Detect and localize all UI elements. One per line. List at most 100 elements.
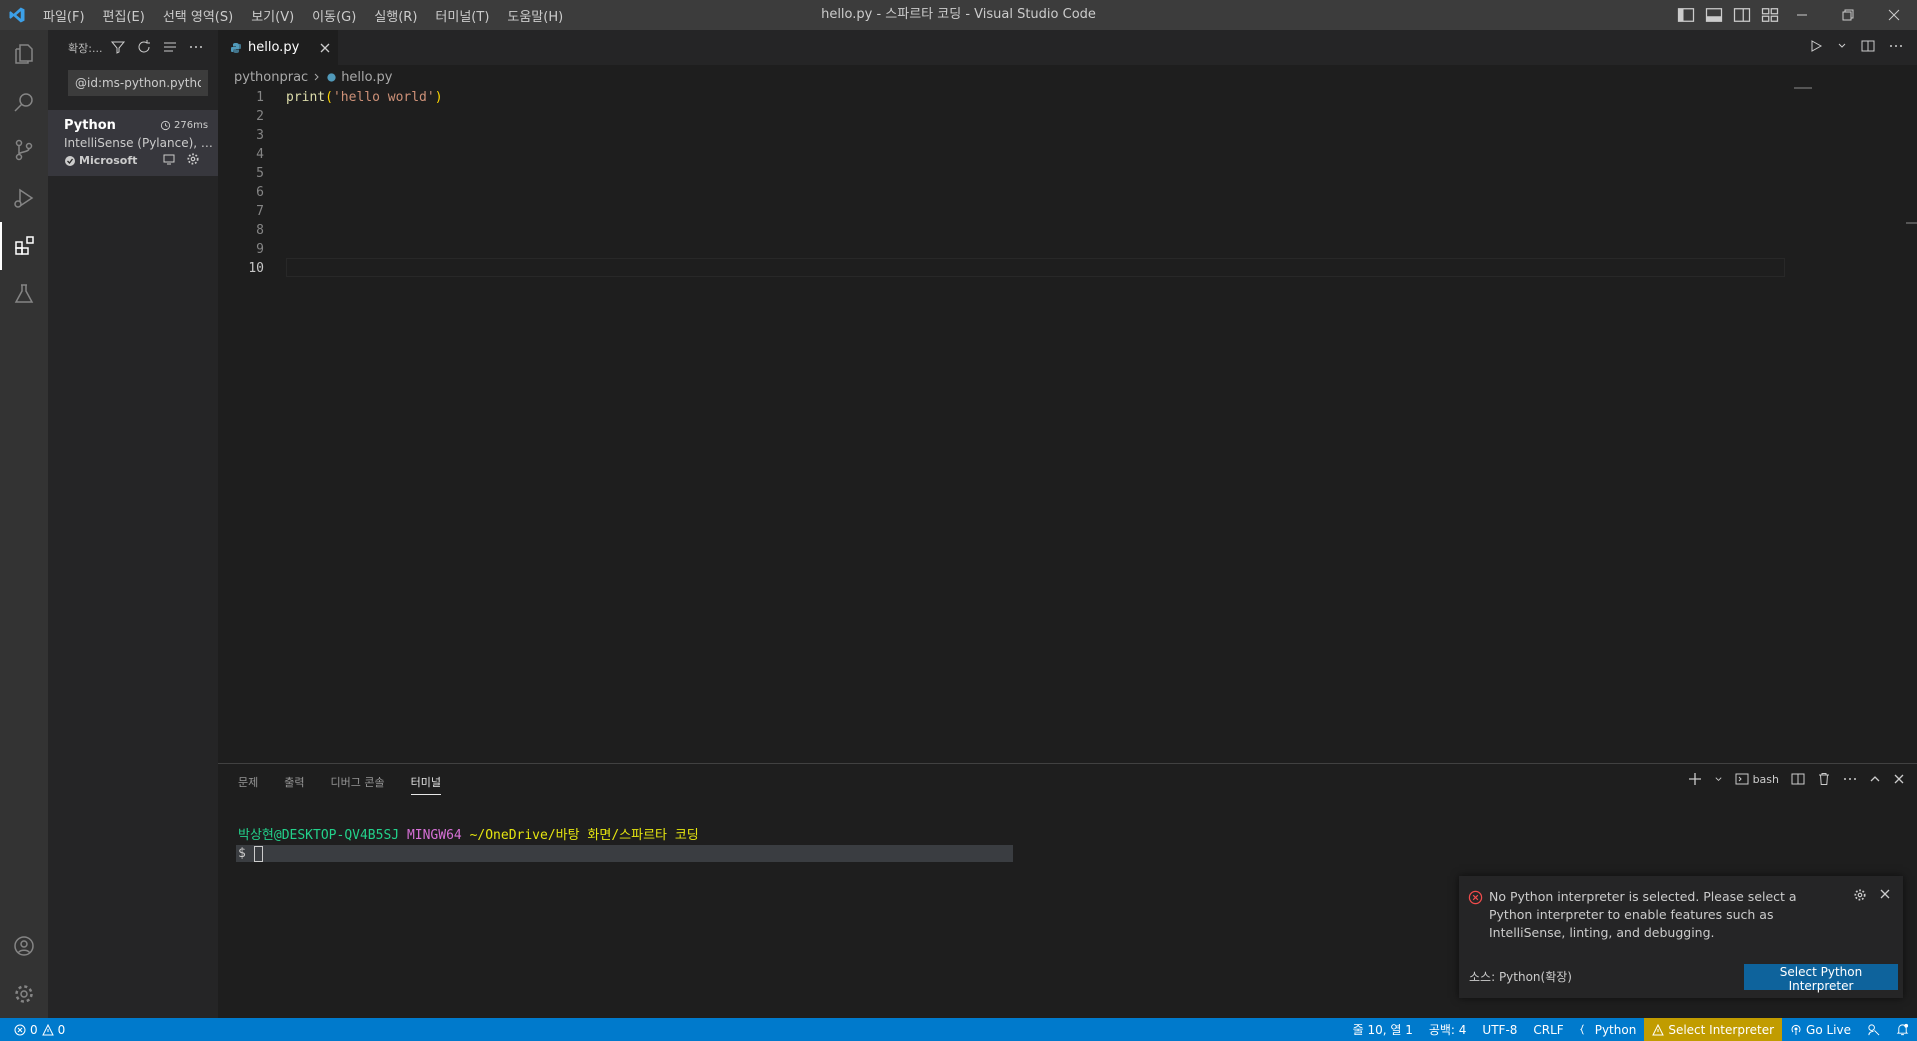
extension-name: Python (64, 118, 116, 133)
filter-icon[interactable] (110, 39, 126, 55)
notification-close-icon[interactable] (1879, 888, 1891, 900)
select-interpreter-label: Select Interpreter (1668, 1022, 1775, 1037)
editor-tab-bar: hello.py (218, 30, 1917, 65)
code-line-1: print('hello world') (286, 88, 443, 107)
line-number-gutter: 1 2 3 4 5 6 7 8 9 10 (218, 88, 264, 278)
editor-actions (1809, 39, 1903, 53)
python-file-icon (230, 42, 242, 54)
terminal-shell-selector[interactable]: bash (1735, 772, 1779, 786)
select-interpreter-status[interactable]: Select Interpreter (1644, 1018, 1783, 1041)
breadcrumb-file[interactable]: hello.py (341, 70, 392, 85)
problems-status[interactable]: 0 0 (14, 1018, 65, 1041)
cursor-position[interactable]: 줄 10, 열 1 (1345, 1018, 1421, 1041)
tab-hello-py[interactable]: hello.py (218, 30, 338, 65)
split-editor-icon[interactable] (1861, 39, 1875, 53)
activation-time: 276ms (160, 120, 208, 131)
notification-source: 소스: Python(확장) (1469, 970, 1572, 984)
encoding[interactable]: UTF-8 (1474, 1018, 1525, 1041)
breadcrumb-folder[interactable]: pythonprac (234, 70, 308, 85)
search-icon[interactable] (0, 78, 48, 126)
go-live-status[interactable]: Go Live (1782, 1018, 1859, 1041)
indentation[interactable]: 공백: 4 (1421, 1018, 1475, 1041)
explorer-icon[interactable] (0, 30, 48, 78)
notification-toast: No Python interpreter is selected. Pleas… (1459, 876, 1903, 998)
language-mode[interactable]: Python (1572, 1018, 1645, 1041)
terminal-dropdown-chevron-icon[interactable] (1714, 775, 1723, 784)
kill-terminal-trash-icon[interactable] (1817, 772, 1831, 786)
accounts-icon[interactable] (0, 922, 48, 970)
manage-gear-icon[interactable] (0, 970, 48, 1018)
terminal-cursor (253, 845, 263, 862)
toggle-secondary-sidebar-icon[interactable] (1732, 5, 1752, 25)
activity-bar (0, 30, 48, 1018)
customize-layout-icon[interactable] (1760, 5, 1780, 25)
maximize-panel-chevron-up-icon[interactable] (1869, 773, 1881, 785)
end-of-line[interactable]: CRLF (1525, 1018, 1571, 1041)
testing-icon[interactable] (0, 270, 48, 318)
vscode-logo-icon (8, 6, 26, 24)
current-line-highlight (286, 258, 1785, 277)
line-number: 1 (256, 90, 264, 105)
go-live-label: Go Live (1806, 1022, 1851, 1037)
terminal-prompt: $ (238, 846, 246, 861)
extensions-sidebar: 확장:... Python 276ms IntelliSense (Pylanc… (48, 30, 218, 1018)
sidebar-toolbar (110, 39, 204, 55)
tab-debug-console[interactable]: 디버그 콘솔 (331, 774, 385, 795)
restore-button[interactable] (1825, 0, 1871, 30)
menu-terminal[interactable]: 터미널(T) (426, 6, 498, 25)
window-controls (1779, 0, 1917, 30)
close-tab-icon[interactable] (319, 42, 331, 54)
overview-ruler-cursor (1906, 222, 1917, 224)
line-number: 3 (256, 128, 264, 143)
extension-search-input[interactable] (68, 70, 208, 96)
split-terminal-icon[interactable] (1791, 772, 1805, 786)
select-python-interpreter-button[interactable]: Select Python Interpreter (1744, 964, 1898, 993)
menu-go[interactable]: 이동(G) (303, 6, 365, 25)
terminal-output[interactable]: 박상현@DESKTOP-QV4B5SJ MINGW64 ~/OneDrive/바… (238, 827, 699, 863)
notifications-bell-icon[interactable] (1888, 1018, 1917, 1041)
run-python-file-icon[interactable] (1809, 39, 1823, 53)
close-panel-icon[interactable] (1893, 773, 1905, 785)
status-bar: 0 0 줄 10, 열 1 공백: 4 UTF-8 CRLF Python Se… (0, 1018, 1917, 1041)
verified-badge-icon (64, 155, 76, 167)
run-dropdown-chevron-icon[interactable] (1837, 41, 1847, 51)
menu-file[interactable]: 파일(F) (34, 6, 94, 25)
error-count: 0 (30, 1022, 38, 1037)
menu-selection[interactable]: 선택 영역(S) (154, 6, 242, 25)
new-terminal-plus-icon[interactable] (1688, 772, 1702, 786)
panel-more-actions-icon[interactable] (1843, 772, 1857, 786)
more-actions-icon[interactable] (188, 39, 204, 55)
menu-edit[interactable]: 편집(E) (94, 6, 154, 25)
terminal-line: 박상현@DESKTOP-QV4B5SJ MINGW64 ~/OneDrive/바… (238, 827, 699, 845)
code-function: print (286, 90, 326, 105)
menu-run[interactable]: 실행(R) (365, 6, 426, 25)
terminal-user: 박상현@DESKTOP-QV4B5SJ (238, 828, 400, 843)
code-editor[interactable]: print('hello world') (286, 88, 443, 107)
sync-ignored-icon[interactable] (162, 152, 176, 166)
line-number: 5 (256, 166, 264, 181)
refresh-icon[interactable] (136, 39, 152, 55)
source-control-icon[interactable] (0, 126, 48, 174)
tab-output[interactable]: 출력 (284, 774, 304, 795)
feedback-icon[interactable] (1859, 1018, 1888, 1041)
extension-item-python[interactable]: Python 276ms IntelliSense (Pylance), L..… (48, 110, 218, 176)
minimize-button[interactable] (1779, 0, 1825, 30)
close-window-button[interactable] (1871, 0, 1917, 30)
activation-time-value: 276ms (174, 120, 209, 131)
notification-settings-gear-icon[interactable] (1853, 888, 1867, 902)
sidebar-title: 확장:... (68, 42, 103, 55)
clear-list-icon[interactable] (162, 39, 178, 55)
toggle-panel-icon[interactable] (1704, 5, 1724, 25)
extension-settings-gear-icon[interactable] (186, 152, 200, 166)
tab-terminal[interactable]: 터미널 (410, 774, 441, 795)
tab-problems[interactable]: 문제 (238, 774, 258, 795)
menu-help[interactable]: 도움말(H) (498, 6, 572, 25)
menu-view[interactable]: 보기(V) (242, 6, 303, 25)
extensions-icon[interactable] (0, 222, 48, 270)
code-string: 'hello world' (332, 90, 435, 105)
toggle-primary-sidebar-icon[interactable] (1676, 5, 1696, 25)
extension-publisher: Microsoft (64, 154, 137, 167)
tab-label: hello.py (248, 40, 300, 55)
editor-more-actions-icon[interactable] (1889, 39, 1903, 53)
run-debug-icon[interactable] (0, 174, 48, 222)
